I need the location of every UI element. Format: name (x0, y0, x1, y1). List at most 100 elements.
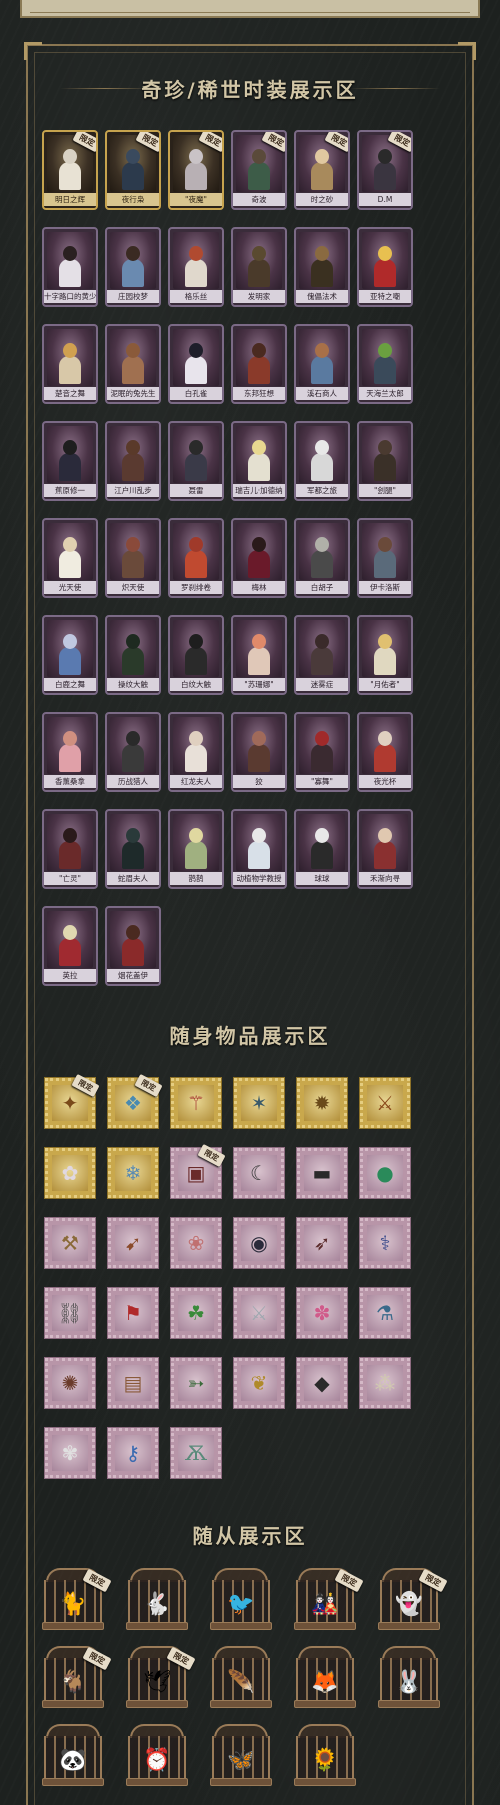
accessory-stamp[interactable]: Ѫ (170, 1427, 222, 1479)
accessory-stamp[interactable]: ✽ (296, 1287, 348, 1339)
accessory-stamp[interactable]: ✿ (44, 1147, 96, 1199)
costume-card[interactable]: 夜光杯 (357, 712, 413, 792)
costume-card[interactable]: 夜行枭 限定 (105, 130, 161, 210)
costume-card[interactable]: 烟花盖伊 (105, 906, 161, 986)
costume-card[interactable]: 球球 (294, 809, 350, 889)
costume-card[interactable]: 时之砂 限定 (294, 130, 350, 210)
accessory-stamp[interactable]: ● (359, 1147, 411, 1199)
pet-cage[interactable]: 🐈 限定 (42, 1568, 112, 1630)
accessory-stamp[interactable]: ❖ 限定 (107, 1073, 163, 1129)
accessory-stamp[interactable]: ⚗ (359, 1287, 411, 1339)
costume-card[interactable]: 军都之旅 (294, 421, 350, 501)
costume-card[interactable]: 白孔雀 (168, 324, 224, 404)
costume-card[interactable]: 历战猎人 (105, 712, 161, 792)
costume-card[interactable]: 泥眠的兔先生 (105, 324, 161, 404)
pet-cage[interactable]: 🐰 (378, 1646, 440, 1708)
character-head (126, 731, 140, 746)
accessory-stamp[interactable]: ◆ (296, 1357, 348, 1409)
costume-card[interactable]: 操纹大触 (105, 615, 161, 695)
costume-card[interactable]: 迷雾症 (294, 615, 350, 695)
costume-card[interactable]: "夜魔" 限定 (168, 130, 224, 210)
accessory-stamp[interactable]: ⚔ (233, 1287, 285, 1339)
costume-card[interactable]: 蛇眉夫人 (105, 809, 161, 889)
accessory-stamp[interactable]: ➹ (107, 1217, 159, 1269)
costume-card[interactable]: 天海兰太郎 (357, 324, 413, 404)
costume-card[interactable]: 炽天使 (105, 518, 161, 598)
accessory-stamp[interactable]: ▬ (296, 1147, 348, 1199)
accessory-stamp[interactable]: ❦ (233, 1357, 285, 1409)
costume-card[interactable]: 梅林 (231, 518, 287, 598)
costume-card[interactable]: "苏珊娜" (231, 615, 287, 695)
accessory-stamp[interactable]: ⚒ (44, 1217, 96, 1269)
pet-cage[interactable]: 🎎 限定 (294, 1568, 364, 1630)
accessory-stamp[interactable]: ❄ (107, 1147, 159, 1199)
pet-cage[interactable]: 🐐 限定 (42, 1646, 112, 1708)
costume-card[interactable]: 伊卡洛斯 (357, 518, 413, 598)
pet-cage[interactable]: 🦋 (210, 1724, 272, 1786)
costume-card[interactable]: 发明家 (231, 227, 287, 307)
accessory-stamp[interactable]: ➶ (296, 1217, 348, 1269)
accessory-stamp[interactable]: ⚚ (170, 1077, 222, 1129)
costume-card[interactable]: 英拉 (42, 906, 98, 986)
costume-card[interactable]: 光天使 (42, 518, 98, 598)
costume-card[interactable]: 溪石商人 (294, 324, 350, 404)
accessory-stamp[interactable]: ❀ (170, 1217, 222, 1269)
pet-cage[interactable]: 🐼 (42, 1724, 104, 1786)
costume-card[interactable]: 禾渐向寻 (357, 809, 413, 889)
accessory-stamp[interactable]: ◉ (233, 1217, 285, 1269)
costume-card[interactable]: 格乐丝 (168, 227, 224, 307)
costume-card[interactable]: 鹊鹊 (168, 809, 224, 889)
pet-cage[interactable]: 👻 限定 (378, 1568, 448, 1630)
character-outfit (59, 453, 81, 481)
costume-card[interactable]: 白鹿之舞 (42, 615, 98, 695)
accessory-stamp[interactable]: ✹ (296, 1077, 348, 1129)
costume-card[interactable]: 明日之辉 限定 (42, 130, 98, 210)
pet-cage[interactable]: 🐦 (210, 1568, 272, 1630)
accessory-stamp[interactable]: ☾ (233, 1147, 285, 1199)
costume-card[interactable]: 聂雷 (168, 421, 224, 501)
accessory-stamp[interactable]: ✦ 限定 (44, 1073, 100, 1129)
costume-card[interactable]: 庄园校梦 (105, 227, 161, 307)
accessory-stamp[interactable]: ▣ 限定 (170, 1143, 226, 1199)
cage-base (294, 1700, 356, 1708)
accessory-stamp[interactable]: ⁂ (359, 1357, 411, 1409)
costume-card[interactable]: 楚音之舞 (42, 324, 98, 404)
costume-card[interactable]: 动植物学教授 (231, 809, 287, 889)
accessory-stamp[interactable]: ✺ (44, 1357, 96, 1409)
accessory-stamp[interactable]: ⚔ (359, 1077, 411, 1129)
pet-cage[interactable]: 🪶 (210, 1646, 272, 1708)
accessory-stamp[interactable]: ▤ (107, 1357, 159, 1409)
costume-card[interactable]: 蕉原修一 (42, 421, 98, 501)
costume-card[interactable]: "亡灵" (42, 809, 98, 889)
accessory-stamp[interactable]: ⚕ (359, 1217, 411, 1269)
costume-card[interactable]: 奇波 限定 (231, 130, 287, 210)
costume-card[interactable]: "刽腿" (357, 421, 413, 501)
costume-card[interactable]: 江户川乱步 (105, 421, 161, 501)
pet-cage[interactable]: 🐇 (126, 1568, 188, 1630)
costume-card[interactable]: 十字路口的黄少年 (42, 227, 98, 307)
accessory-stamp[interactable]: ⚷ (107, 1427, 159, 1479)
costume-card[interactable]: 瑞吉儿·加德纳 (231, 421, 287, 501)
costume-card[interactable]: 白胡子 (294, 518, 350, 598)
costume-card[interactable]: 狡 (231, 712, 287, 792)
costume-card[interactable]: "寡舞" (294, 712, 350, 792)
accessory-stamp[interactable]: ☘ (170, 1287, 222, 1339)
costume-card[interactable]: 亚特之嘲 (357, 227, 413, 307)
pet-cage[interactable]: 🦊 (294, 1646, 356, 1708)
accessory-stamp[interactable]: ✶ (233, 1077, 285, 1129)
costume-card[interactable]: "月佑者" (357, 615, 413, 695)
pet-cage[interactable]: ⏰ (126, 1724, 188, 1786)
accessory-stamp[interactable]: ✾ (44, 1427, 96, 1479)
costume-card[interactable]: 香薰桑拿 (42, 712, 98, 792)
accessory-stamp[interactable]: ⛓ (44, 1287, 96, 1339)
costume-card[interactable]: 红龙夫人 (168, 712, 224, 792)
costume-card[interactable]: D.M 限定 (357, 130, 413, 210)
costume-card[interactable]: 傀儡法术 (294, 227, 350, 307)
accessory-stamp[interactable]: ⚑ (107, 1287, 159, 1339)
pet-cage[interactable]: 🕊 限定 (126, 1646, 196, 1708)
pet-cage[interactable]: 🌻 (294, 1724, 356, 1786)
accessory-stamp[interactable]: ➳ (170, 1357, 222, 1409)
costume-card[interactable]: 白纹大触 (168, 615, 224, 695)
costume-card[interactable]: 罗刹绯卷 (168, 518, 224, 598)
costume-card[interactable]: 东邦狂想 (231, 324, 287, 404)
